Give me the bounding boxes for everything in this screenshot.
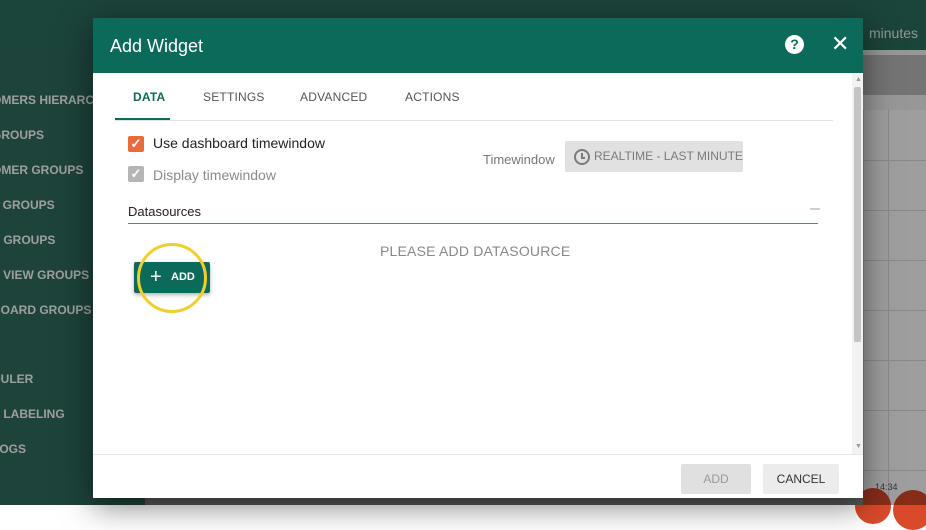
datasources-label: Datasources: [128, 204, 201, 219]
highlight-ring: [137, 243, 207, 313]
empty-datasource-message: PLEASE ADD DATASOURCE: [380, 243, 571, 259]
tab-settings[interactable]: SETTINGS: [203, 90, 265, 104]
tab-advanced[interactable]: ADVANCED: [300, 90, 367, 104]
cancel-button[interactable]: CANCEL: [763, 464, 839, 494]
dialog-header: Add Widget ? ✕: [93, 18, 863, 73]
datasources-underline: [128, 223, 818, 224]
display-timewindow-checkbox[interactable]: ✓: [128, 166, 144, 182]
dialog-footer: ADD CANCEL: [93, 454, 863, 498]
scroll-thumb[interactable]: [854, 87, 861, 342]
clock-icon: [574, 149, 590, 165]
display-timewindow-label: Display timewindow: [153, 167, 276, 183]
active-tab-indicator: [115, 118, 170, 120]
close-icon[interactable]: ✕: [831, 32, 849, 56]
timewindow-button[interactable]: REALTIME - LAST MINUTE: [565, 141, 743, 172]
dialog-scrollbar[interactable]: ▲ ▼: [852, 73, 863, 454]
dialog-title: Add Widget: [110, 36, 204, 56]
tab-actions[interactable]: ACTIONS: [405, 90, 460, 104]
use-dashboard-timewindow-checkbox[interactable]: ✓: [128, 136, 144, 152]
collapse-icon[interactable]: [810, 208, 820, 210]
tab-data[interactable]: DATA: [133, 90, 165, 104]
add-button[interactable]: ADD: [681, 464, 751, 494]
timewindow-value: REALTIME - LAST MINUTE: [594, 149, 743, 163]
tab-bar: DATA SETTINGS ADVANCED ACTIONS: [115, 90, 833, 121]
scroll-down-icon[interactable]: ▼: [855, 443, 862, 450]
add-widget-dialog: Add Widget ? ✕ DATA SETTINGS ADVANCED AC…: [93, 18, 863, 498]
scroll-up-icon[interactable]: ▲: [855, 76, 862, 83]
use-dashboard-timewindow-label: Use dashboard timewindow: [153, 135, 325, 151]
timewindow-label: Timewindow: [483, 152, 555, 167]
help-icon[interactable]: ?: [785, 35, 804, 54]
